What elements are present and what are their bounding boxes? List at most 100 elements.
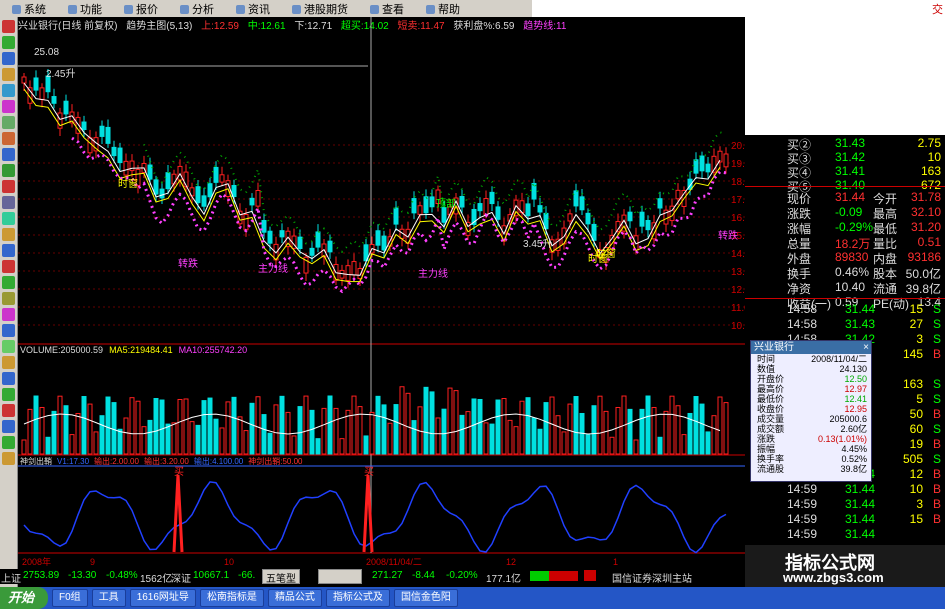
toolbar-button-icon[interactable] — [2, 292, 15, 305]
candle-body — [639, 211, 645, 227]
taskbar: 开始 F0组 工具 1616网址导 松南指标是 精品公式 指标公式及 国信金色阳 — [0, 587, 945, 609]
tick-row: 14:59 31.44 — [745, 526, 945, 543]
toolbar-button-icon[interactable] — [2, 20, 15, 33]
candle-body — [381, 235, 387, 251]
volume-bar — [483, 422, 489, 455]
tick-volume: 3 — [916, 497, 923, 511]
menu-icon — [12, 4, 21, 14]
tick-side: S — [932, 452, 941, 466]
popup-row-label: 数值 — [757, 364, 776, 374]
menu-item[interactable]: 系统 — [0, 1, 56, 17]
toolbar-button-icon[interactable] — [2, 212, 15, 225]
popup-row-label: 最低价 — [757, 394, 785, 404]
tab-buttons[interactable] — [318, 569, 362, 584]
volume-bar — [573, 396, 579, 455]
date-axis-label: 2008年 — [22, 556, 51, 567]
volume-bar — [507, 419, 513, 455]
taskbar-item[interactable]: 指标公式及 — [325, 589, 390, 607]
menu-item[interactable]: 报价 — [112, 1, 168, 17]
chart-annotation: 转跌 — [178, 257, 198, 270]
taskbar-item[interactable]: 国信金色阳 — [393, 589, 458, 607]
alert-icon[interactable] — [584, 570, 596, 581]
candle-body — [111, 146, 117, 157]
stat-value: 31.44 — [835, 190, 866, 204]
toolbar-button-icon[interactable] — [2, 164, 15, 177]
data-popup[interactable]: 兴业银行 × 时间 2008/11/04/二 数值 24.130 开盘价 12.50 最高价… — [750, 340, 872, 482]
toolbar-button-icon[interactable] — [2, 372, 15, 385]
toolbar-button-icon[interactable] — [2, 388, 15, 401]
taskbar-item[interactable]: 精品公式 — [267, 589, 322, 607]
volume-bar — [645, 395, 651, 455]
toolbar-button-icon[interactable] — [2, 244, 15, 257]
toolbar-button-icon[interactable] — [2, 356, 15, 369]
toolbar-button-icon[interactable] — [2, 196, 15, 209]
stat-value: -0.29% — [835, 220, 874, 234]
popup-rows: 时间 2008/11/04/二 数值 24.130 开盘价 12.50 最高价 12.97 最低… — [751, 354, 871, 474]
stat-value: 0.51 — [917, 235, 941, 249]
stock-chart[interactable]: 20.0019.0018.0017.0016.0015.0014.0013.00… — [18, 17, 745, 569]
popup-row: 最高价 12.97 — [751, 384, 871, 394]
toolbar-button-icon[interactable] — [2, 324, 15, 337]
toolbar-button-icon[interactable] — [2, 260, 15, 273]
menu-item[interactable]: 资讯 — [224, 1, 280, 17]
menu-item[interactable]: 港股期货 — [280, 1, 358, 17]
candle-body — [375, 230, 381, 246]
popup-title-bar[interactable]: 兴业银行 × — [751, 341, 871, 354]
volume-bar — [423, 386, 429, 455]
taskbar-item[interactable]: 工具 — [91, 589, 126, 607]
toolbar-button-icon[interactable] — [2, 340, 15, 353]
volume-bar — [609, 436, 615, 455]
tick-side: B — [932, 407, 941, 421]
toolbar-button-icon[interactable] — [2, 436, 15, 449]
tick-price: 31.44 — [845, 302, 876, 316]
menu-item-label: 港股期货 — [304, 3, 348, 16]
taskbar-item[interactable]: 1616网址导 — [129, 589, 196, 607]
toolbar-button-icon[interactable] — [2, 100, 15, 113]
chart-area[interactable]: 兴业银行(日线 前复权) 趋势主图(5,13) 上:12.59 中:12.61 … — [18, 17, 745, 569]
volume-bar — [165, 423, 171, 455]
volume-bar — [33, 395, 39, 455]
menu-item[interactable]: 功能 — [56, 1, 112, 17]
toolbar-button-icon[interactable] — [2, 84, 15, 97]
toolbar-button-icon[interactable] — [2, 420, 15, 433]
candle-body — [279, 230, 285, 238]
candle-body — [51, 96, 57, 104]
toolbar-button-icon[interactable] — [2, 148, 15, 161]
toolbar-button-icon[interactable] — [2, 116, 15, 129]
taskbar-item[interactable]: 松南指标是 — [199, 589, 264, 607]
candle-body — [99, 125, 105, 137]
menu-item[interactable]: 帮助 — [414, 1, 470, 17]
volume-bar — [249, 402, 255, 455]
menu-item[interactable]: 查看 — [358, 1, 414, 17]
close-icon[interactable]: × — [863, 341, 869, 354]
popup-row-label: 成交额 — [757, 424, 785, 434]
toolbar-button-icon[interactable] — [2, 36, 15, 49]
start-button[interactable]: 开始 — [0, 587, 49, 609]
toolbar-button-icon[interactable] — [2, 228, 15, 241]
toolbar-button-icon[interactable] — [2, 452, 15, 465]
osc-spike-label: 买 — [174, 466, 184, 478]
candle-body — [351, 261, 357, 276]
candle-body — [417, 205, 423, 215]
toolbar-button-icon[interactable] — [2, 52, 15, 65]
wubi-tab[interactable]: 五笔型 — [262, 569, 300, 585]
candle-body — [573, 190, 579, 207]
toolbar-button-icon[interactable] — [2, 180, 15, 193]
candle-body — [309, 247, 315, 256]
candle-body — [207, 183, 213, 198]
toolbar-button-icon[interactable] — [2, 276, 15, 289]
menu-icon — [426, 4, 435, 14]
toolbar-button-icon[interactable] — [2, 404, 15, 417]
sz-label: 深证 — [171, 574, 191, 585]
candle-body — [537, 205, 543, 213]
toolbar-button-icon[interactable] — [2, 132, 15, 145]
buy-level-price: 31.43 — [835, 136, 866, 150]
menu-item[interactable]: 分析 — [168, 1, 224, 17]
volume-bar — [369, 411, 375, 455]
volume-bar — [633, 439, 639, 455]
toolbar-button-icon[interactable] — [2, 68, 15, 81]
toolbar-button-icon[interactable] — [2, 308, 15, 321]
taskbar-item[interactable]: F0组 — [52, 589, 88, 607]
index2-change: -8.44 — [412, 570, 435, 581]
volume-bar — [75, 412, 81, 455]
